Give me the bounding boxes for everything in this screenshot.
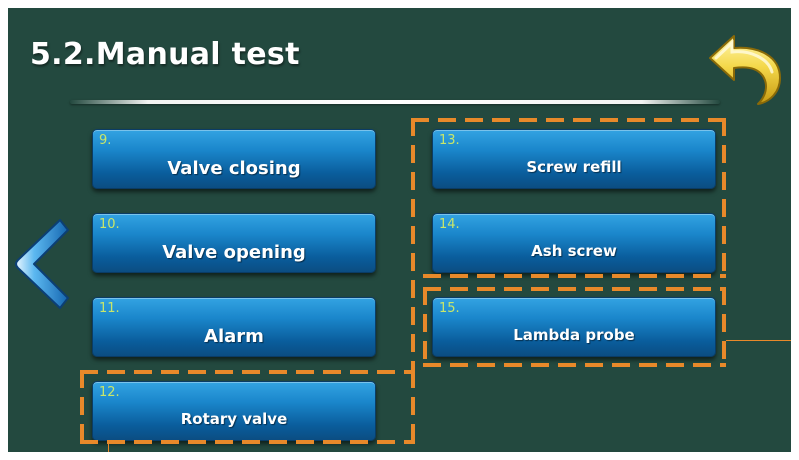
button-label: Rotary valve [180,410,288,428]
ash-screw-button[interactable]: 14. Ash screw [432,213,716,273]
highlight-frame-top [80,370,415,374]
button-label: Screw refill [526,158,622,176]
screw-refill-button[interactable]: 13. Screw refill [432,129,716,189]
button-label: Valve opening [162,242,306,263]
back-button[interactable] [706,28,786,108]
chevron-left-icon [15,219,69,309]
highlight-frame-left [423,287,427,367]
button-label: Valve closing [167,158,301,179]
rotary-valve-button[interactable]: 12. Rotary valve [92,381,376,441]
callout-line [726,340,791,341]
button-number: 13. [439,133,460,148]
highlight-frame-right [411,370,415,444]
highlight-frame-bottom [423,363,726,367]
button-number: 9. [99,133,112,148]
title-divider [70,100,720,104]
highlight-frame-top [423,287,726,291]
highlight-frame-bottom [423,274,726,278]
button-label: Alarm [204,326,264,347]
button-number: 15. [439,301,460,316]
valve-closing-button[interactable]: 9. Valve closing [92,129,376,189]
alarm-button[interactable]: 11. Alarm [92,297,376,357]
page-title: 5.2.Manual test [30,37,300,72]
highlight-frame-right [722,287,726,367]
button-number: 11. [99,301,120,316]
valve-opening-button[interactable]: 10. Valve opening [92,213,376,273]
highlight-frame-right [722,118,726,278]
highlight-frame-top [411,118,726,122]
curved-return-arrow-icon [709,35,781,105]
manual-test-screen: 5.2.Manual test 9. Valve closing 10. Val… [8,8,791,452]
lambda-probe-button[interactable]: 15. Lambda probe [432,297,716,357]
previous-page-button[interactable] [10,216,72,312]
button-number: 12. [99,385,120,400]
highlight-frame-left-connector [411,118,415,370]
highlight-frame-bottom [80,440,415,444]
button-number: 10. [99,217,120,232]
callout-line [108,444,109,452]
button-number: 14. [439,217,460,232]
button-label: Ash screw [531,242,617,260]
highlight-frame-left [80,370,84,444]
button-label: Lambda probe [513,326,635,344]
